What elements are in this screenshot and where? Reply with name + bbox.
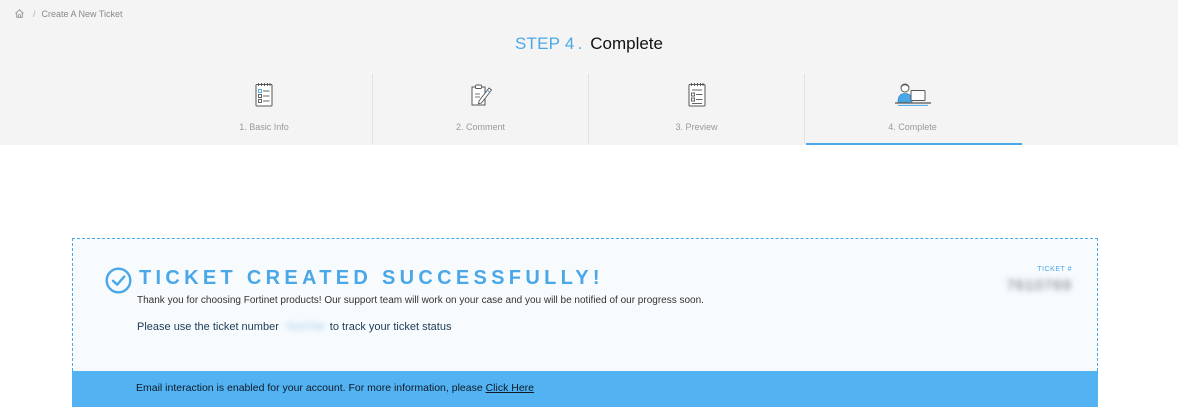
track-instructions: Please use the ticket number 7610769 to … bbox=[137, 321, 451, 333]
wizard-header: / Create A New Ticket STEP 4. Complete 1.… bbox=[0, 0, 1178, 145]
success-message: Thank you for choosing Fortinet products… bbox=[137, 295, 704, 306]
step-label: 4. Complete bbox=[888, 122, 937, 132]
step-label: 2. Comment bbox=[455, 122, 506, 132]
ticket-number: 7610769 bbox=[1006, 277, 1072, 294]
track-prefix: Please use the ticket number bbox=[137, 321, 279, 333]
step-basic-info[interactable]: 1. Basic Info bbox=[156, 74, 372, 144]
inline-ticket-number: 7610769 bbox=[284, 321, 324, 333]
breadcrumb: / Create A New Ticket bbox=[14, 8, 123, 19]
step-preview[interactable]: 3. Preview bbox=[588, 74, 804, 144]
person-laptop-icon bbox=[894, 79, 932, 109]
breadcrumb-separator: / bbox=[33, 8, 36, 19]
page-title: STEP 4. Complete bbox=[0, 34, 1178, 54]
wizard-steps: 1. Basic Info 2. Comment 3. Preview 4. C… bbox=[156, 74, 1022, 145]
success-title: TICKET CREATED SUCCESSFULLY! bbox=[139, 267, 604, 289]
document-preview-icon bbox=[688, 79, 706, 109]
click-here-link[interactable]: Click Here bbox=[486, 382, 534, 394]
email-interaction-banner: Email interaction is enabled for your ac… bbox=[72, 371, 1098, 407]
checklist-icon bbox=[255, 79, 273, 109]
step-label: 1. Basic Info bbox=[239, 122, 289, 132]
breadcrumb-current: Create A New Ticket bbox=[41, 8, 123, 19]
step-number: STEP 4 bbox=[515, 34, 575, 53]
success-panel: TICKET CREATED SUCCESSFULLY! Thank you f… bbox=[72, 238, 1098, 371]
step-dot: . bbox=[577, 34, 583, 53]
step-name: Complete bbox=[590, 34, 663, 53]
home-icon[interactable] bbox=[14, 8, 25, 19]
step-label: 3. Preview bbox=[675, 122, 718, 132]
email-banner-message: Email interaction is enabled for your ac… bbox=[136, 382, 483, 394]
active-step-indicator bbox=[806, 143, 1022, 145]
email-banner-text: Email interaction is enabled for your ac… bbox=[136, 382, 534, 394]
check-circle-icon bbox=[105, 267, 132, 299]
ticket-number-label: TICKET # bbox=[1037, 266, 1072, 273]
step-complete[interactable]: 4. Complete bbox=[804, 74, 1022, 145]
track-suffix: to track your ticket status bbox=[329, 321, 452, 333]
step-comment[interactable]: 2. Comment bbox=[372, 74, 588, 144]
clipboard-pen-icon bbox=[469, 79, 493, 109]
